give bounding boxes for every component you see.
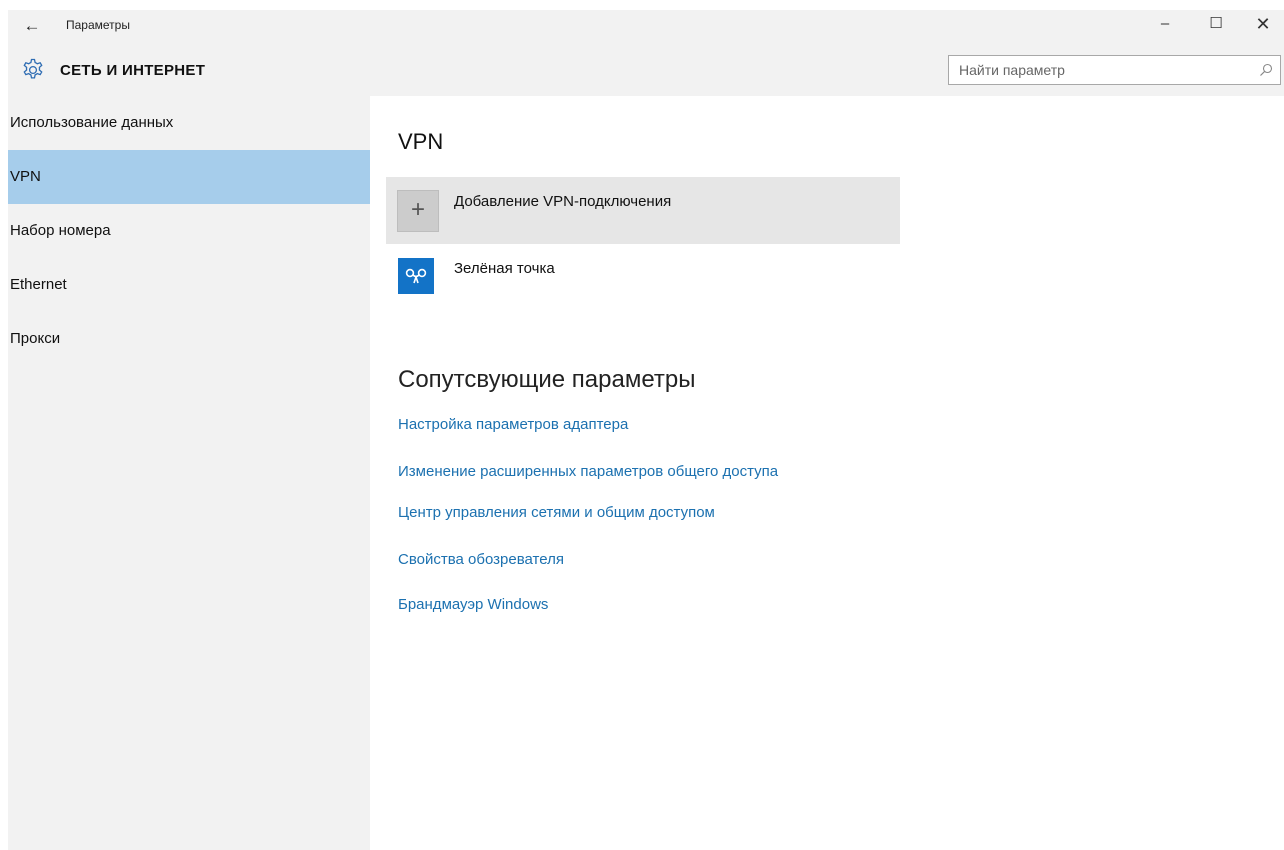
plus-icon: +	[397, 190, 439, 232]
link-network-center[interactable]: Центр управления сетями и общим доступом	[398, 504, 715, 521]
close-button[interactable]: ✕	[1240, 10, 1284, 40]
vpn-connection-icon	[398, 258, 434, 294]
maximize-button[interactable]: ☐	[1193, 10, 1239, 40]
page-header: СЕТЬ И ИНТЕРНЕТ	[8, 46, 1284, 96]
link-adapter-settings[interactable]: Настройка параметров адаптера	[398, 416, 628, 433]
related-settings-heading: Сопутсвующие параметры	[398, 366, 696, 393]
page-title: СЕТЬ И ИНТЕРНЕТ	[60, 62, 206, 79]
vpn-connection-name: Зелёная точка	[454, 260, 555, 277]
vpn-heading: VPN	[398, 129, 444, 154]
gear-icon	[23, 58, 43, 79]
vpn-connection-item[interactable]: Зелёная точка	[386, 248, 900, 308]
link-advanced-sharing[interactable]: Изменение расширенных параметров общего …	[398, 463, 778, 480]
sidebar-item-dial-up[interactable]: Набор номера	[8, 204, 370, 258]
sidebar-item-label: Использование данных	[10, 114, 174, 131]
minimize-button[interactable]: –	[1142, 10, 1188, 40]
sidebar-item-label: Прокси	[10, 330, 61, 347]
sidebar-item-proxy[interactable]: Прокси	[8, 312, 370, 366]
settings-window: ← Параметры – ☐ ✕ СЕТЬ И ИНТЕРНЕТ Исполь…	[8, 10, 1284, 850]
window-title: Параметры	[66, 18, 130, 32]
back-arrow-icon[interactable]: ←	[22, 16, 42, 36]
sidebar-item-label: VPN	[10, 168, 41, 185]
add-vpn-label: Добавление VPN-подключения	[454, 193, 672, 210]
link-windows-firewall[interactable]: Брандмауэр Windows	[398, 596, 548, 613]
search-box[interactable]	[948, 55, 1281, 85]
sidebar-item-label: Ethernet	[10, 276, 67, 293]
sidebar: Использование данных VPN Набор номера Et…	[8, 96, 370, 850]
sidebar-item-ethernet[interactable]: Ethernet	[8, 258, 370, 312]
link-internet-options[interactable]: Свойства обозревателя	[398, 551, 564, 568]
search-icon[interactable]	[1258, 62, 1274, 78]
main-content: VPN + Добавление VPN-подключения Зелёная…	[370, 96, 1284, 850]
sidebar-item-data-usage[interactable]: Использование данных	[8, 96, 370, 150]
sidebar-item-label: Набор номера	[10, 222, 111, 239]
search-input[interactable]	[949, 56, 1239, 84]
title-bar: ← Параметры – ☐ ✕	[8, 10, 1284, 46]
add-vpn-button[interactable]: + Добавление VPN-подключения	[386, 177, 900, 244]
sidebar-item-vpn[interactable]: VPN	[8, 150, 370, 204]
